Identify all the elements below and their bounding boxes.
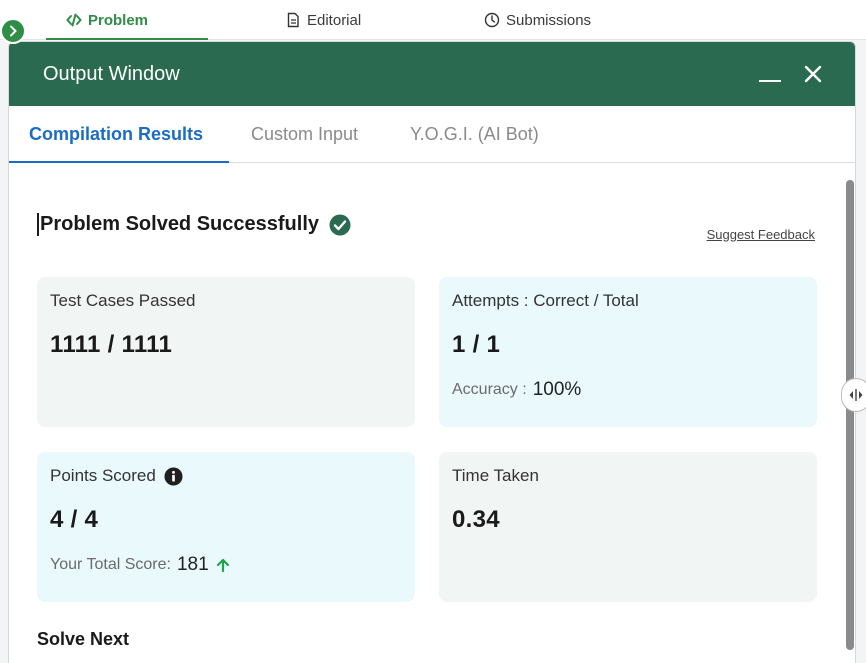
attempts-value: 1 / 1 xyxy=(452,331,501,358)
compilation-results-panel: Problem Solved Successfully Suggest Feed… xyxy=(9,163,855,663)
output-tabs: Compilation Results Custom Input Y.O.G.I… xyxy=(9,106,855,163)
check-circle-icon xyxy=(329,214,351,235)
total-score-label: Your Total Score: xyxy=(50,556,171,573)
points-label-row: Points Scored xyxy=(50,466,402,486)
suggest-feedback-link[interactable]: Suggest Feedback xyxy=(707,227,815,242)
page: Problem Editorial Submissions Output Win… xyxy=(0,0,866,663)
tab-custom-input[interactable]: Custom Input xyxy=(251,124,358,145)
card-time-taken: Time Taken 0.34 xyxy=(439,452,817,602)
status-title: Problem Solved Successfully xyxy=(37,213,319,236)
tab-problem[interactable]: Problem xyxy=(45,0,209,40)
output-window: Output Window Compilation Results Custom… xyxy=(8,41,856,663)
document-icon xyxy=(287,12,299,28)
accuracy-row: Accuracy : 100% xyxy=(452,379,804,401)
tab-yogi-ai-bot[interactable]: Y.O.G.I. (AI Bot) xyxy=(410,124,539,145)
card-test-cases: Test Cases Passed 1111 / 1111 xyxy=(37,277,415,427)
attempts-label: Attempts : Correct / Total xyxy=(452,291,639,310)
accuracy-label: Accuracy : xyxy=(452,381,527,398)
code-icon xyxy=(66,13,82,27)
arrow-up-icon xyxy=(216,558,229,573)
accuracy-value: 100% xyxy=(532,379,582,400)
time-taken-value: 0.34 xyxy=(452,506,500,533)
total-score-row: Your Total Score: 181 xyxy=(50,554,402,576)
scrollbar[interactable] xyxy=(846,180,854,650)
points-value: 4 / 4 xyxy=(50,506,99,533)
minimize-icon[interactable] xyxy=(759,64,781,84)
output-window-title: Output Window xyxy=(43,62,180,85)
points-label: Points Scored xyxy=(50,466,156,485)
resize-handle-icon xyxy=(849,389,863,401)
chevron-right-icon xyxy=(10,25,17,37)
total-score-value: 181 xyxy=(176,554,209,575)
tab-problem-label: Problem xyxy=(88,11,149,29)
tab-compilation-results[interactable]: Compilation Results xyxy=(29,124,203,145)
test-cases-label: Test Cases Passed xyxy=(50,291,196,310)
tab-editorial-label: Editorial xyxy=(307,11,362,29)
resize-handle[interactable] xyxy=(841,378,866,412)
card-points: Points Scored 4 / 4 Your Total Score: 18… xyxy=(37,452,415,602)
output-window-header: Output Window xyxy=(9,42,855,106)
problem-tabs-bar: Problem Editorial Submissions xyxy=(0,0,866,40)
expand-panel-button[interactable] xyxy=(0,18,26,44)
window-controls xyxy=(759,64,823,84)
clock-icon xyxy=(484,12,500,28)
status-row: Problem Solved Successfully xyxy=(37,213,351,236)
solve-next-heading: Solve Next xyxy=(37,629,130,649)
tab-submissions-label: Submissions xyxy=(506,11,592,29)
time-taken-label: Time Taken xyxy=(452,466,539,485)
tab-submissions[interactable]: Submissions xyxy=(484,0,591,40)
close-icon[interactable] xyxy=(803,64,823,84)
card-attempts: Attempts : Correct / Total 1 / 1 Accurac… xyxy=(439,277,817,427)
test-cases-value: 1111 / 1111 xyxy=(50,331,173,358)
tab-editorial[interactable]: Editorial xyxy=(285,0,361,40)
info-icon[interactable] xyxy=(164,466,183,486)
